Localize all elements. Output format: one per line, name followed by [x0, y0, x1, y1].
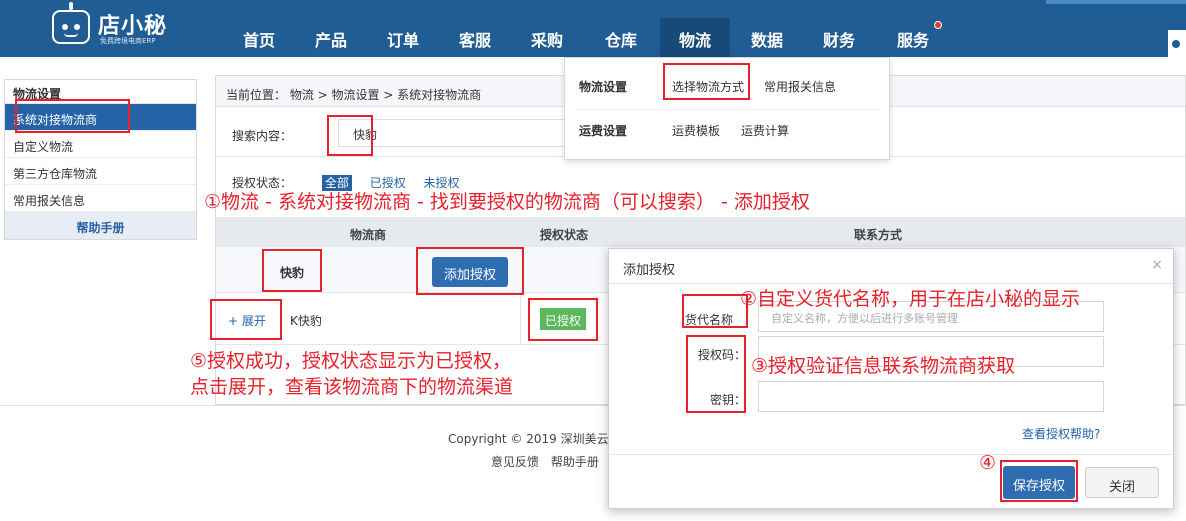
sidebar-help-manual[interactable]: 帮助手册 — [5, 212, 196, 239]
highlight-box-search — [327, 115, 373, 156]
logo[interactable]: 店小秘 免费跨境电商ERP — [52, 2, 202, 50]
highlight-box-sidebar — [15, 99, 130, 133]
nav-home[interactable]: 首页 — [224, 18, 294, 57]
close-button[interactable]: 关闭 — [1085, 467, 1159, 498]
highlight-box-save — [1000, 460, 1078, 502]
highlight-box-add-auth — [416, 247, 524, 295]
auth-status-label: 授权状态： — [232, 176, 293, 190]
col-contact: 联系方式 — [854, 228, 903, 242]
close-icon[interactable]: × — [1151, 257, 1163, 273]
col-carrier: 物流商 — [350, 228, 387, 242]
nav-products[interactable]: 产品 — [296, 18, 366, 57]
top-strip — [1046, 0, 1186, 4]
col-auth-status: 授权状态 — [540, 228, 589, 242]
highlight-box-forwarder — [682, 294, 748, 328]
robot-logo-icon — [52, 2, 90, 44]
highlight-box-expand — [210, 299, 282, 340]
dropdown-group-title-logistics: 物流设置 — [579, 80, 628, 94]
sidebar-item-custom-logistics[interactable]: 自定义物流 — [5, 131, 196, 158]
highlight-box-dropdown — [663, 63, 750, 100]
annotation-step2: ②自定义货代名称，用于在店小秘的显示 — [740, 288, 1081, 310]
search-label: 搜索内容： — [232, 129, 293, 143]
menu-item-freight-calc[interactable]: 运费计算 — [741, 122, 789, 139]
nav-logistics[interactable]: 物流 — [660, 18, 730, 57]
nav-warehouse[interactable]: 仓库 — [586, 18, 656, 57]
annotation-step5-line2: 点击展开，查看该物流商下的物流渠道 — [190, 376, 514, 398]
filter-all[interactable]: 全部 — [321, 175, 352, 191]
menu-item-freight-template[interactable]: 运费模板 — [672, 122, 720, 139]
nav-services[interactable]: 服务 — [878, 18, 948, 57]
highlight-box-auth-fields — [686, 335, 746, 413]
nav-orders[interactable]: 订单 — [368, 18, 438, 57]
annotation-step3: ③授权验证信息联系物流商获取 — [751, 355, 1016, 377]
footer-feedback-link[interactable]: 意见反馈 — [491, 455, 539, 469]
nav-data[interactable]: 数据 — [732, 18, 802, 57]
annotation-step1: ①物流 - 系统对接物流商 - 找到要授权的物流商（可以搜索） - 添加授权 — [204, 191, 810, 213]
filter-authorized[interactable]: 已授权 — [370, 176, 406, 190]
menu-item-customs-info[interactable]: 常用报关信息 — [764, 78, 836, 95]
nav-services-label: 服务 — [896, 31, 929, 50]
modal-title: 添加授权 — [623, 263, 676, 278]
annotation-step4: ④ — [979, 452, 997, 474]
filter-unauthorized[interactable]: 未授权 — [424, 176, 460, 190]
user-avatar-icon[interactable] — [1168, 30, 1186, 57]
nav-service[interactable]: 客服 — [440, 18, 510, 57]
highlight-box-status — [528, 298, 598, 341]
highlight-box-group — [262, 249, 322, 292]
nav-purchase[interactable]: 采购 — [512, 18, 582, 57]
sidebar-item-customs-info[interactable]: 常用报关信息 — [5, 185, 196, 212]
auth-status-filter: 授权状态： 全部 已授权 未授权 — [232, 174, 474, 191]
carrier-name: K快豹 — [290, 314, 322, 328]
logo-subtitle: 免费跨境电商ERP — [100, 37, 156, 45]
top-navbar: 店小秘 免费跨境电商ERP 首页 产品 订单 客服 采购 仓库 物流 数据 财务… — [0, 0, 1186, 57]
dropdown-group-title-freight: 运费设置 — [579, 124, 628, 138]
footer-help-link[interactable]: 帮助手册 — [551, 455, 599, 469]
auth-help-link[interactable]: 查看授权帮助? — [1022, 425, 1100, 442]
notification-dot-icon — [934, 21, 942, 29]
annotation-step5-line1: ⑤授权成功，授权状态显示为已授权， — [190, 350, 512, 372]
footer-links: 意见反馈 帮助手册 — [491, 453, 607, 470]
sidebar-item-third-party-warehouse[interactable]: 第三方仓库物流 — [5, 158, 196, 185]
table-header: 物流商 授权状态 联系方式 — [216, 217, 1185, 247]
nav-finance[interactable]: 财务 — [804, 18, 874, 57]
secret-key-input[interactable] — [758, 381, 1104, 412]
copyright: Copyright © 2019 深圳美云 — [448, 432, 609, 446]
